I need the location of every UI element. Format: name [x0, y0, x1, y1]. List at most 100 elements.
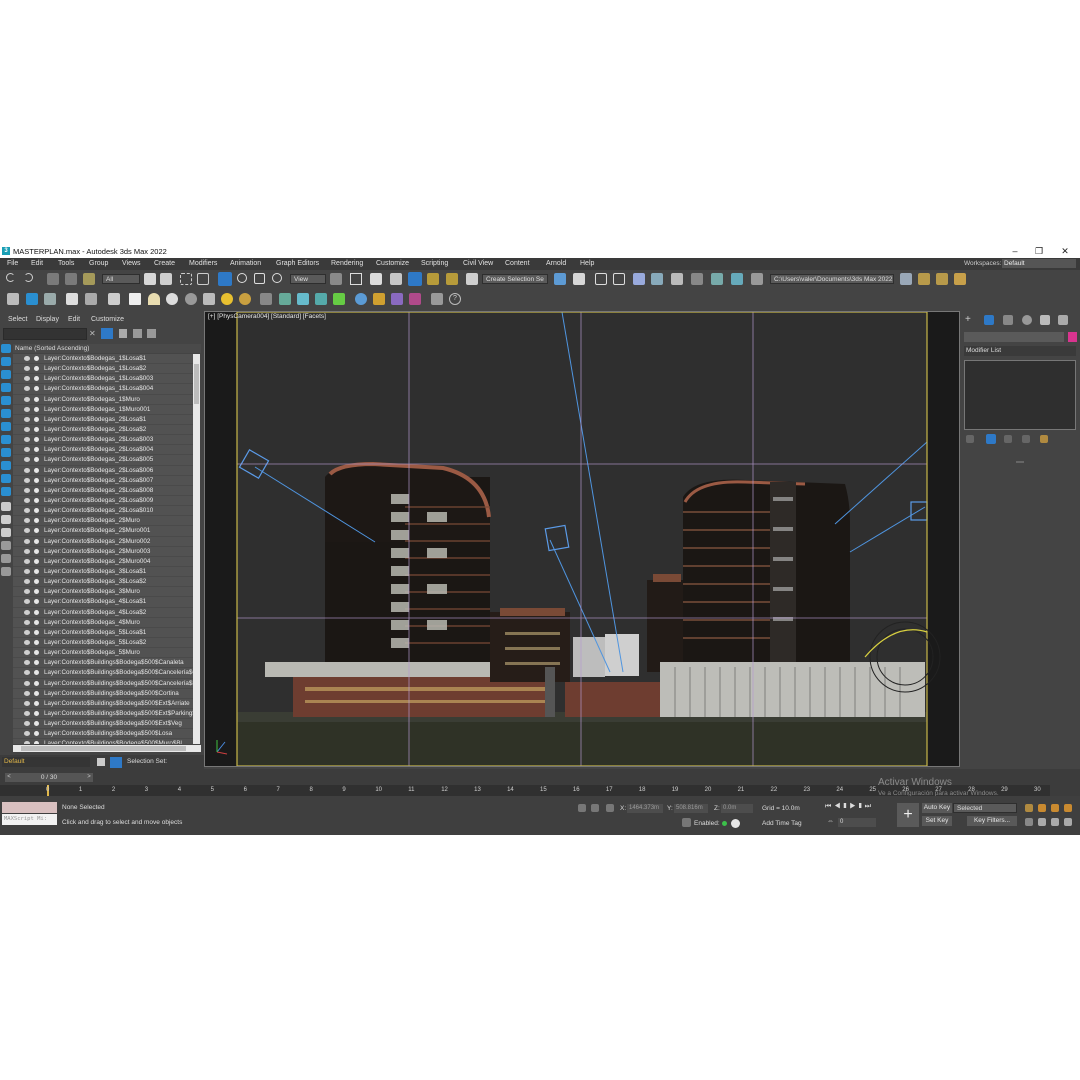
- project-folder-icon[interactable]: [900, 273, 912, 285]
- shapes-icon[interactable]: [1, 370, 11, 379]
- rect-region-icon[interactable]: [180, 273, 192, 285]
- render-toggle-icon[interactable]: [34, 518, 39, 524]
- sphere-icon[interactable]: [166, 293, 178, 305]
- render-toggle-icon[interactable]: [34, 548, 39, 554]
- list-item[interactable]: Layer:Contexto$Bodegas_1$Losa$2: [13, 364, 193, 375]
- material-editor-icon[interactable]: [691, 273, 703, 285]
- snap-icon[interactable]: [390, 273, 402, 285]
- visibility-eye-icon[interactable]: [24, 670, 30, 676]
- curve-editor-icon[interactable]: [651, 273, 663, 285]
- list-item[interactable]: Layer:Contexto$Bodegas_4$Losa$2: [13, 607, 193, 618]
- maximize-viewport-icon[interactable]: [1064, 818, 1072, 826]
- render-toggle-icon[interactable]: [34, 558, 39, 564]
- map-icon[interactable]: [409, 293, 421, 305]
- render-toggle-icon[interactable]: [34, 497, 39, 503]
- list-item[interactable]: Layer:Contexto$Bodegas_3$Losa$1: [13, 566, 193, 578]
- list-item[interactable]: Layer:Contexto$Buildings$Bodega$500$Muro…: [13, 739, 193, 744]
- layers-icon[interactable]: [1, 541, 11, 550]
- save-folder-icon[interactable]: [954, 273, 966, 285]
- current-layer-dropdown[interactable]: Default: [2, 757, 90, 767]
- list-item[interactable]: Layer:Contexto$Bodegas_2$Losa$010: [13, 506, 193, 517]
- select-all-icon[interactable]: [1, 502, 11, 511]
- list-item[interactable]: Layer:Contexto$Bodegas_2$Muro004: [13, 556, 193, 567]
- box-icon[interactable]: [129, 293, 141, 305]
- render-toggle-icon[interactable]: [34, 579, 39, 585]
- sort-icon[interactable]: [147, 329, 156, 338]
- list-item[interactable]: Layer:Contexto$Bodegas_1$Losa$004: [13, 384, 193, 395]
- list-item[interactable]: Layer:Contexto$Bodegas_2$Losa$005: [13, 455, 193, 466]
- minimize-button[interactable]: –: [1003, 245, 1027, 258]
- visibility-eye-icon[interactable]: [24, 396, 30, 402]
- list-item[interactable]: Layer:Contexto$Buildings$Bodega$500$Cana…: [13, 658, 193, 669]
- list-item[interactable]: Layer:Contexto$Bodegas_3$Losa$2: [13, 577, 193, 588]
- render-toggle-icon[interactable]: [34, 741, 39, 744]
- list-item[interactable]: Layer:Contexto$Buildings$Bodega$500$Losa: [13, 729, 193, 740]
- list-item[interactable]: Layer:Contexto$Buildings$Bodega$500$Canc…: [13, 668, 193, 679]
- render-toggle-icon[interactable]: [34, 396, 39, 402]
- select-by-name-icon[interactable]: [160, 273, 172, 285]
- visibility-eye-icon[interactable]: [24, 579, 30, 585]
- visibility-eye-icon[interactable]: [24, 508, 30, 514]
- pin-stack-icon[interactable]: [966, 435, 974, 443]
- named-selection-dropdown[interactable]: Create Selection Se: [482, 274, 548, 284]
- render-toggle-icon[interactable]: [34, 477, 39, 483]
- object-name-field[interactable]: [964, 332, 1064, 342]
- visibility-eye-icon[interactable]: [24, 700, 30, 706]
- filter-icon[interactable]: [101, 328, 113, 339]
- render-toggle-icon[interactable]: [34, 650, 39, 656]
- list-item[interactable]: Layer:Contexto$Bodegas_1$Losa$1: [13, 354, 193, 365]
- menu-tools[interactable]: Tools: [58, 260, 74, 267]
- list-item[interactable]: Layer:Contexto$Bodegas_1$Muro001: [13, 404, 193, 415]
- y-coord-field[interactable]: 508.816m: [674, 804, 708, 813]
- menu-create[interactable]: Create: [154, 260, 175, 267]
- config-icon[interactable]: [1, 567, 11, 576]
- menu-scripting[interactable]: Scripting: [421, 260, 448, 267]
- rendered-frame-icon[interactable]: [44, 293, 56, 305]
- visibility-eye-icon[interactable]: [24, 710, 30, 716]
- visibility-eye-icon[interactable]: [24, 599, 30, 605]
- teapot-icon[interactable]: [7, 293, 19, 305]
- schematic-icon[interactable]: [671, 273, 683, 285]
- render-toggle-icon[interactable]: [34, 416, 39, 422]
- visibility-eye-icon[interactable]: [24, 518, 30, 524]
- list-item[interactable]: Layer:Contexto$Bodegas_2$Losa$009: [13, 495, 193, 507]
- object-color-swatch[interactable]: [1068, 332, 1077, 342]
- tab-display[interactable]: Display: [36, 316, 59, 323]
- browse-folder-icon[interactable]: [936, 273, 948, 285]
- key-filters-button[interactable]: Key Filters...: [967, 816, 1017, 826]
- visibility-eye-icon[interactable]: [24, 497, 30, 503]
- ref-coord-dropdown[interactable]: View: [290, 274, 326, 284]
- lights-icon[interactable]: [1, 383, 11, 392]
- create-tab-icon[interactable]: +: [965, 315, 975, 325]
- filter-funnel-icon[interactable]: [1, 554, 11, 563]
- utilities-tab-icon[interactable]: [1058, 315, 1068, 325]
- visibility-eye-icon[interactable]: [24, 639, 30, 645]
- render-toggle-icon[interactable]: [34, 639, 39, 645]
- render-toggle-icon[interactable]: [34, 589, 39, 595]
- rotate-icon[interactable]: [237, 273, 247, 283]
- time-prev-icon[interactable]: <: [5, 773, 13, 782]
- roll-icon[interactable]: [1051, 818, 1059, 826]
- menu-content[interactable]: Content: [505, 260, 530, 267]
- select-object-icon[interactable]: [144, 273, 156, 285]
- render-toggle-icon[interactable]: [34, 721, 39, 727]
- flow-icon[interactable]: [297, 293, 309, 305]
- cone-icon[interactable]: [203, 293, 215, 305]
- render-toggle-icon[interactable]: [34, 619, 39, 625]
- open-folder-icon[interactable]: [918, 273, 930, 285]
- bind-spacewarp-icon[interactable]: [83, 273, 95, 285]
- render-toggle-icon[interactable]: [34, 467, 39, 473]
- list-item[interactable]: Layer:Contexto$Bodegas_2$Muro003: [13, 546, 193, 557]
- visibility-eye-icon[interactable]: [24, 366, 30, 372]
- unlink-icon[interactable]: [65, 273, 77, 285]
- render-toggle-icon[interactable]: [34, 386, 39, 392]
- time-next-icon[interactable]: >: [85, 773, 93, 782]
- auto-key-button[interactable]: Auto Key: [922, 803, 952, 813]
- select-manipulate-icon[interactable]: [350, 273, 362, 285]
- visibility-eye-icon[interactable]: [24, 660, 30, 666]
- render-setup-icon[interactable]: [711, 273, 723, 285]
- visibility-eye-icon[interactable]: [24, 457, 30, 463]
- visibility-eye-icon[interactable]: [24, 680, 30, 686]
- tab-select[interactable]: Select: [8, 316, 27, 323]
- undo-icon[interactable]: [6, 273, 15, 282]
